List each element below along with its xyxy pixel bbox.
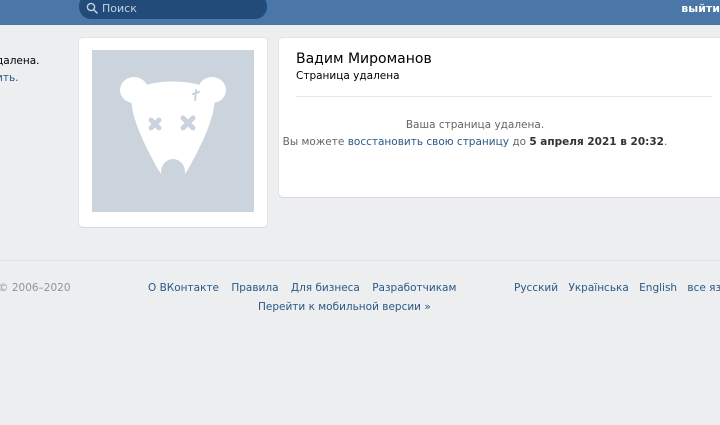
restore-prefix: Вы можете — [282, 136, 345, 148]
left-note: далена. ить. — [0, 53, 40, 87]
lang-english[interactable]: English — [639, 282, 677, 294]
left-note-link[interactable]: ить. — [0, 70, 40, 87]
search-input[interactable]: Поиск — [79, 0, 267, 19]
profile-name: Вадим Мироманов — [296, 51, 432, 67]
deleted-dog-icon — [120, 77, 226, 185]
restore-deadline: 5 апреля 2021 в 20:32 — [529, 136, 664, 148]
search-icon — [86, 2, 98, 14]
restore-period: . — [663, 136, 668, 148]
left-note-text: далена. — [0, 55, 40, 67]
lang-russian[interactable]: Русский — [514, 282, 558, 294]
profile-info-card: Вадим Мироманов Страница удалена Ваша ст… — [279, 38, 720, 197]
restore-page-link[interactable]: восстановить свою страницу — [348, 136, 509, 148]
restore-until: до — [512, 136, 526, 148]
footer-divider — [0, 260, 720, 261]
footer-link-developers[interactable]: Разработчикам — [372, 282, 456, 294]
footer-links: О ВКонтакте Правила Для бизнеса Разработ… — [148, 282, 465, 294]
deleted-message: Ваша страница удалена. — [405, 119, 545, 131]
search-placeholder: Поиск — [102, 2, 137, 15]
lang-ukrainian[interactable]: Українська — [568, 282, 628, 294]
avatar-card — [79, 38, 267, 227]
deleted-avatar — [92, 50, 254, 212]
restore-message: Вы можете восстановить свою страницу до … — [279, 136, 671, 148]
mobile-version-link[interactable]: Перейти к мобильной версии » — [258, 301, 431, 313]
copyright: © 2006–2020 — [0, 282, 71, 294]
lang-all[interactable]: все языки — [687, 282, 720, 294]
footer-link-business[interactable]: Для бизнеса — [291, 282, 360, 294]
profile-status: Страница удалена — [296, 70, 400, 82]
footer-link-about[interactable]: О ВКонтакте — [148, 282, 219, 294]
logout-link[interactable]: выйти — [681, 2, 720, 15]
top-header: Поиск выйти — [0, 0, 720, 25]
divider — [296, 96, 712, 97]
footer-link-rules[interactable]: Правила — [231, 282, 278, 294]
language-links: Русский Українська English все языки — [514, 282, 720, 294]
